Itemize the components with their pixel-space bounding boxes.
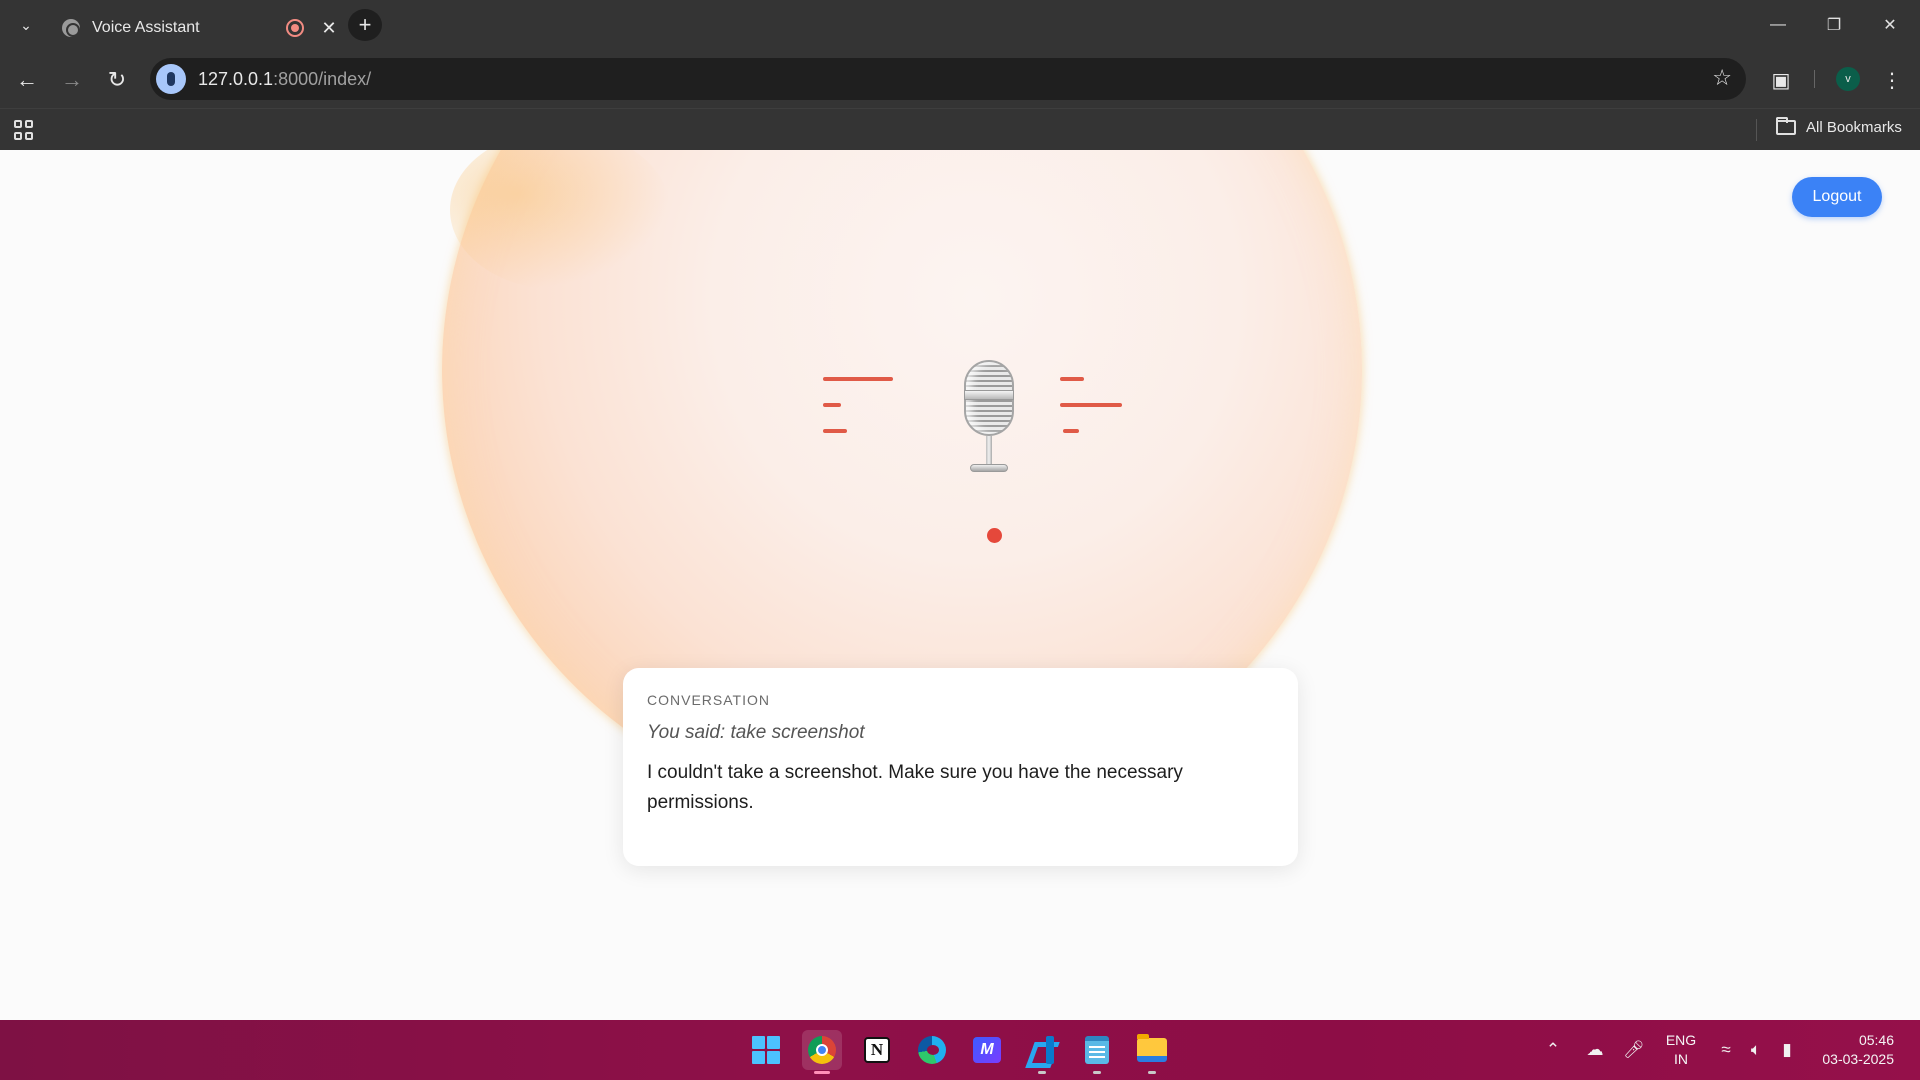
language-line2: IN <box>1674 1051 1688 1067</box>
sound-wave-left-2 <box>823 403 841 407</box>
window-close-icon[interactable]: ✕ <box>1862 0 1918 50</box>
bookmarks-bar: All Bookmarks <box>0 108 1920 150</box>
start-button[interactable] <box>746 1030 786 1070</box>
sound-wave-left-3 <box>823 429 847 433</box>
clock-time: 05:46 <box>1858 1032 1894 1048</box>
profile-avatar[interactable]: v <box>1836 67 1860 91</box>
taskbar-file-explorer[interactable] <box>1132 1030 1172 1074</box>
vscode-icon <box>1028 1036 1056 1064</box>
microphone-tray-icon[interactable]: 🎤︎ <box>1620 1020 1648 1080</box>
new-tab-button[interactable]: + <box>348 9 382 41</box>
taskbar-notion[interactable]: N <box>857 1030 897 1070</box>
logout-button[interactable]: Logout <box>1792 177 1882 217</box>
tab-title: Voice Assistant <box>92 19 200 36</box>
microphone-icon[interactable] <box>960 360 1020 480</box>
volume-icon[interactable]: 🔈︎ <box>1742 1020 1770 1080</box>
taskbar-edge[interactable] <box>912 1030 952 1070</box>
browser-toolbar: ← → ↻ 127.0.0.1:8000/index/ ☆ ▣ v ⋮ <box>0 50 1920 108</box>
recording-icon <box>286 19 304 37</box>
tab-close-icon[interactable]: ✕ <box>318 18 340 39</box>
wifi-icon[interactable]: ≈ <box>1712 1020 1740 1080</box>
language-line1: ENG <box>1665 1032 1697 1048</box>
chevron-up-icon[interactable]: ⌃ <box>1538 1020 1568 1080</box>
back-icon[interactable]: ← <box>12 65 42 95</box>
forward-icon[interactable]: → <box>57 65 87 95</box>
conversation-label: CONVERSATION <box>647 692 770 708</box>
page-content: Logout CONVERSATION You said: take scree… <box>0 150 1920 1020</box>
apps-icon[interactable] <box>14 120 34 140</box>
star-icon[interactable]: ☆ <box>1712 65 1732 91</box>
globe-icon <box>62 19 80 37</box>
language-indicator[interactable]: ENG IN <box>1660 1031 1702 1069</box>
toolbar-divider <box>1814 70 1815 88</box>
bookmarks-divider <box>1756 119 1757 141</box>
address-bar[interactable]: 127.0.0.1:8000/index/ ☆ <box>150 58 1746 100</box>
recording-indicator <box>987 528 1002 543</box>
file-explorer-icon <box>1137 1034 1167 1062</box>
sound-wave-left-1 <box>823 377 893 381</box>
clock[interactable]: 05:46 03-03-2025 <box>1810 1031 1894 1069</box>
menu-icon[interactable]: ⋮ <box>1876 64 1908 96</box>
all-bookmarks-button[interactable]: All Bookmarks <box>1776 117 1902 136</box>
mic-permission-icon[interactable] <box>156 64 186 94</box>
taskbar-vscode[interactable] <box>1022 1030 1062 1074</box>
reload-icon[interactable]: ↻ <box>102 65 132 95</box>
notepad-icon <box>1085 1036 1109 1064</box>
taskbar-notepad[interactable] <box>1077 1030 1117 1074</box>
taskbar: N M ⌃ ☁ 🎤︎ ENG IN ≈ 🔈︎ ▮ 05:46 03-03-202… <box>0 1020 1920 1080</box>
url-text: 127.0.0.1:8000/index/ <box>198 68 372 89</box>
extensions-icon[interactable]: ▣ <box>1765 64 1797 96</box>
conversation-card: CONVERSATION You said: take screenshot I… <box>623 668 1298 866</box>
taskbar-chrome[interactable] <box>802 1030 842 1074</box>
sound-wave-right-3 <box>1063 429 1079 433</box>
sound-wave-right-2 <box>1060 403 1122 407</box>
battery-icon[interactable]: ▮ <box>1772 1020 1802 1080</box>
restore-icon[interactable]: ❐ <box>1806 0 1862 50</box>
m-app-icon: M <box>973 1037 1001 1063</box>
windows-icon <box>752 1036 780 1064</box>
minimize-icon[interactable]: — <box>1750 0 1806 50</box>
clock-date: 03-03-2025 <box>1822 1051 1894 1067</box>
tab-voice-assistant[interactable]: Voice Assistant ✕ <box>50 6 340 50</box>
user-transcript: You said: take screenshot <box>647 722 865 743</box>
tab-list-icon[interactable]: ⌄ <box>12 12 40 38</box>
folder-icon <box>1776 117 1796 135</box>
all-bookmarks-label: All Bookmarks <box>1806 119 1902 136</box>
sound-wave-right-1 <box>1060 377 1084 381</box>
chrome-icon <box>808 1036 836 1064</box>
taskbar-m-app[interactable]: M <box>967 1030 1007 1070</box>
notion-icon: N <box>864 1037 890 1063</box>
onedrive-icon[interactable]: ☁ <box>1580 1020 1610 1080</box>
edge-icon <box>918 1036 946 1064</box>
assistant-reply: I couldn't take a screenshot. Make sure … <box>647 762 1183 813</box>
tab-strip: ⌄ Voice Assistant ✕ + — ❐ ✕ <box>0 0 1920 50</box>
